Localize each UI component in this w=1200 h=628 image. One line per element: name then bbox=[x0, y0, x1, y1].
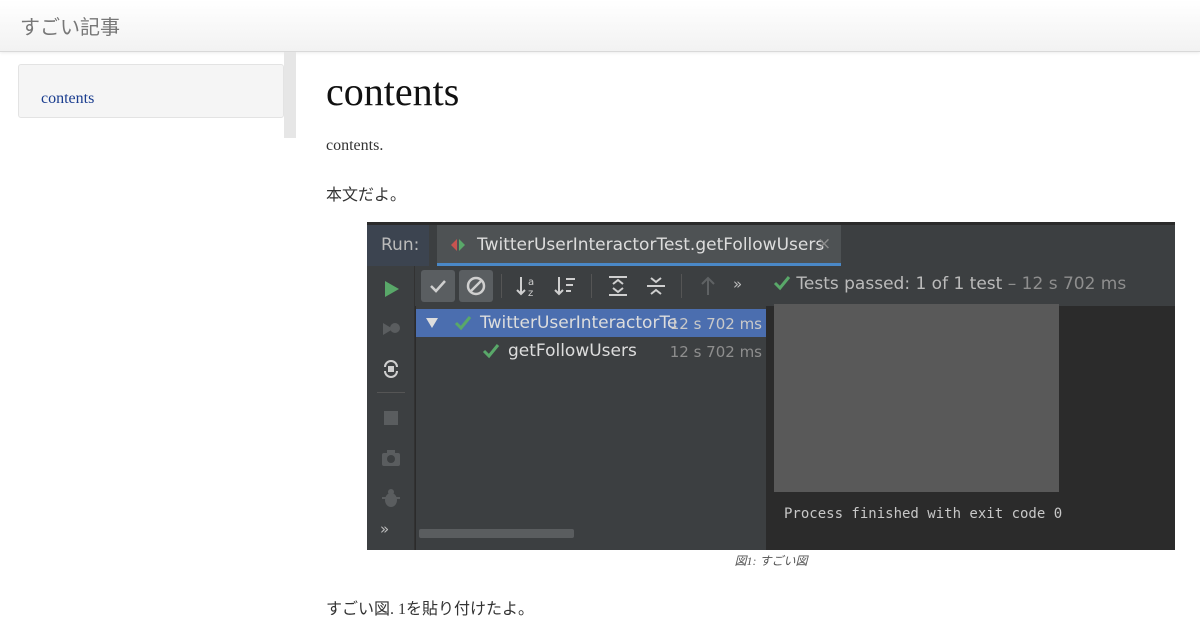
toc-link-contents[interactable]: contents bbox=[41, 90, 94, 108]
toggle-auto-test-icon[interactable] bbox=[380, 358, 402, 380]
sort-duration-icon bbox=[554, 277, 575, 296]
toolbar-more-icon[interactable]: » bbox=[733, 275, 753, 307]
status-prefix: Tests passed: bbox=[796, 274, 911, 294]
toolbar-divider bbox=[591, 274, 592, 298]
test-status: Tests passed: 1 of 1 test – 12 s 702 ms bbox=[773, 274, 1126, 294]
console-image-placeholder bbox=[774, 304, 1059, 492]
toolbar-divider bbox=[501, 274, 502, 298]
collapse-all-icon bbox=[647, 277, 665, 295]
checkmark-icon bbox=[454, 316, 472, 331]
checkmark-icon bbox=[482, 344, 500, 359]
tab-label: TwitterUserInteractorTest.getFollowUsers bbox=[477, 235, 825, 255]
run-tabbar: Run: TwitterUserInteractorTest.getFollow… bbox=[367, 222, 1175, 266]
toolbar-divider bbox=[681, 274, 682, 298]
rerun-failed-icon[interactable] bbox=[380, 318, 402, 340]
tree-row-time: 12 s 702 ms bbox=[669, 343, 762, 361]
bug-icon[interactable] bbox=[380, 487, 402, 509]
stop-icon[interactable] bbox=[380, 407, 402, 429]
test-result-icon bbox=[451, 239, 465, 251]
expand-all-button[interactable] bbox=[601, 270, 635, 302]
expand-triangle-icon[interactable] bbox=[426, 318, 438, 328]
status-time: – 12 s 702 ms bbox=[1007, 274, 1127, 294]
page-title: contents bbox=[326, 69, 460, 114]
rerun-icon[interactable] bbox=[380, 278, 402, 300]
test-tree: TwitterUserInteractorTe 12 s 702 ms getF… bbox=[416, 306, 766, 550]
show-passed-button[interactable] bbox=[421, 270, 455, 302]
paragraph-3: すごい図. 1を貼り付けたよ。 bbox=[326, 601, 535, 618]
run-tool-strip: » bbox=[367, 266, 415, 550]
test-toolbar: a z » Tests passed: 1 of 1 test – 12 s 7… bbox=[415, 266, 1175, 306]
status-count: 1 of 1 test bbox=[915, 274, 1003, 294]
sidebar-scrollbar[interactable] bbox=[284, 52, 296, 138]
tree-horizontal-scrollbar[interactable] bbox=[419, 529, 574, 538]
camera-icon[interactable] bbox=[380, 447, 402, 469]
collapse-all-button[interactable] bbox=[639, 270, 673, 302]
sort-alphabetically-button[interactable]: a z bbox=[511, 270, 545, 302]
ignored-icon bbox=[466, 276, 486, 296]
tree-row-test-class[interactable]: TwitterUserInteractorTe 12 s 702 ms bbox=[416, 309, 766, 337]
tree-row-label: getFollowUsers bbox=[508, 341, 637, 361]
checkmark-icon bbox=[430, 280, 446, 293]
arrow-up-icon bbox=[701, 276, 715, 295]
top-navbar: すごい記事 bbox=[0, 0, 1200, 52]
console-output: Process finished with exit code 0 bbox=[767, 304, 1175, 550]
sort-by-duration-button[interactable] bbox=[549, 270, 583, 302]
paragraph-1: contents. bbox=[326, 137, 384, 154]
svg-text:a: a bbox=[528, 277, 534, 288]
sort-alpha-icon: a z bbox=[516, 277, 534, 299]
tree-row-test-method[interactable]: getFollowUsers 12 s 702 ms bbox=[416, 337, 766, 365]
tree-row-label: TwitterUserInteractorTe bbox=[480, 313, 678, 333]
expand-all-icon bbox=[609, 276, 627, 296]
console-text: Process finished with exit code 0 bbox=[784, 506, 1063, 522]
checkmark-icon bbox=[773, 276, 791, 291]
tab-test-run[interactable]: TwitterUserInteractorTest.getFollowUsers… bbox=[437, 225, 841, 266]
previous-failed-button[interactable] bbox=[691, 270, 725, 302]
show-ignored-button[interactable] bbox=[459, 270, 493, 302]
svg-text:z: z bbox=[528, 288, 533, 299]
toc-sidebar: contents bbox=[18, 64, 284, 118]
paragraph-2: 本文だよ。 bbox=[326, 187, 407, 204]
strip-divider bbox=[377, 392, 405, 393]
run-label: Run: bbox=[367, 225, 429, 266]
figure-caption: 図1: すごい図 bbox=[734, 554, 808, 568]
more-icon[interactable]: » bbox=[380, 520, 402, 542]
tree-row-time: 12 s 702 ms bbox=[669, 315, 762, 333]
close-icon[interactable]: × bbox=[817, 234, 831, 254]
site-title-link[interactable]: すごい記事 bbox=[20, 11, 120, 40]
figure-ide-screenshot: Run: TwitterUserInteractorTest.getFollow… bbox=[367, 222, 1175, 550]
